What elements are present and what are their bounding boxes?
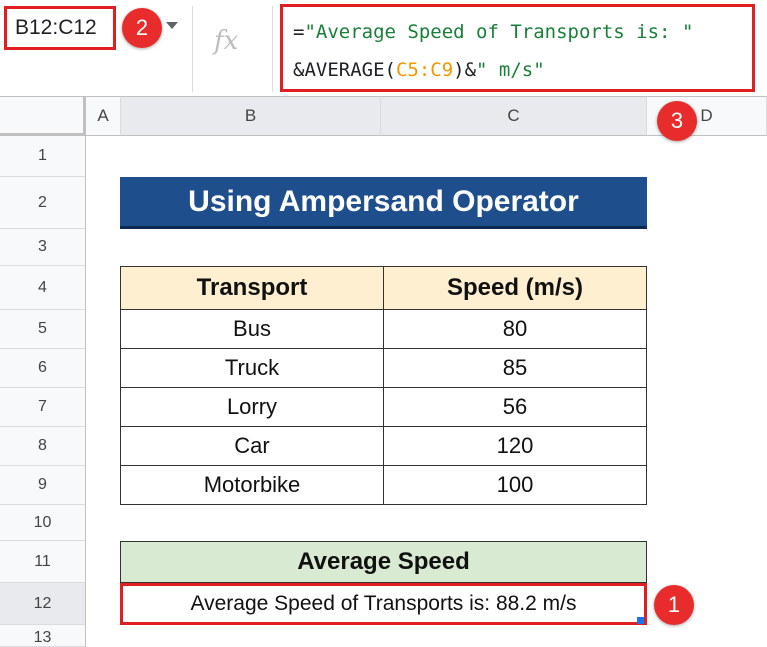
- divider: [272, 6, 273, 92]
- row-header-13[interactable]: 13: [0, 625, 86, 647]
- select-all-corner[interactable]: [0, 96, 86, 136]
- step-badge-1: 1: [654, 585, 694, 625]
- name-box[interactable]: B12:C12: [4, 6, 116, 50]
- formula-range-ref: C5:C9: [395, 59, 454, 81]
- formula-string: " m/s": [476, 59, 545, 81]
- formula-operator: )&: [453, 59, 477, 81]
- column-header-b[interactable]: B: [121, 96, 381, 136]
- step-badge-3: 3: [657, 101, 697, 141]
- cell-transport[interactable]: Car: [120, 426, 384, 466]
- formula-input[interactable]: ="Average Speed of Transports is: " &AVE…: [280, 4, 755, 92]
- divider: [192, 6, 193, 92]
- column-header-c[interactable]: C: [381, 96, 647, 136]
- formula-string: "Average Speed of Transports is: ": [304, 21, 694, 43]
- fx-icon: fx: [214, 26, 239, 56]
- chevron-down-icon[interactable]: [166, 22, 178, 29]
- table-row: Car 120: [120, 426, 647, 466]
- row-header-3[interactable]: 3: [0, 229, 86, 266]
- formula-operator: =: [293, 21, 305, 43]
- table-row: Lorry 56: [120, 387, 647, 427]
- row-header-2[interactable]: 2: [0, 177, 86, 229]
- cell-speed[interactable]: 100: [383, 465, 647, 505]
- transport-table: Transport Speed (m/s) Bus 80 Truck 85 Lo…: [120, 266, 647, 505]
- step-badge-2: 2: [122, 8, 162, 48]
- row-header-12[interactable]: 12: [0, 583, 86, 625]
- row-header-4[interactable]: 4: [0, 266, 86, 310]
- column-header-a[interactable]: A: [86, 96, 121, 136]
- average-result-cell[interactable]: Average Speed of Transports is: 88.2 m/s: [120, 583, 647, 625]
- cell-speed[interactable]: 56: [383, 387, 647, 427]
- row-header-5[interactable]: 5: [0, 310, 86, 349]
- row-header-9[interactable]: 9: [0, 466, 86, 505]
- table-row: Motorbike 100: [120, 465, 647, 505]
- table-row: Bus 80: [120, 309, 647, 349]
- table-header-row: Transport Speed (m/s): [120, 266, 647, 310]
- cell-transport[interactable]: Bus: [120, 309, 384, 349]
- row-header-11[interactable]: 11: [0, 541, 86, 583]
- fill-handle[interactable]: [637, 617, 644, 624]
- formula-function: &AVERAGE(: [293, 59, 396, 81]
- average-header[interactable]: Average Speed: [120, 541, 647, 583]
- header-speed[interactable]: Speed (m/s): [383, 266, 647, 310]
- cell-speed[interactable]: 80: [383, 309, 647, 349]
- row-header-10[interactable]: 10: [0, 505, 86, 541]
- row-header-6[interactable]: 6: [0, 349, 86, 388]
- row-header-1[interactable]: 1: [0, 136, 86, 177]
- cell-speed[interactable]: 120: [383, 426, 647, 466]
- cell-transport[interactable]: Lorry: [120, 387, 384, 427]
- formula-bar-area: B12:C12 fx ="Average Speed of Transports…: [0, 0, 767, 96]
- table-row: Truck 85: [120, 348, 647, 388]
- cell-speed[interactable]: 85: [383, 348, 647, 388]
- cell-transport[interactable]: Truck: [120, 348, 384, 388]
- sheet-title: Using Ampersand Operator: [120, 177, 647, 229]
- row-header-7[interactable]: 7: [0, 388, 86, 427]
- header-transport[interactable]: Transport: [120, 266, 384, 310]
- row-header-8[interactable]: 8: [0, 427, 86, 466]
- cell-transport[interactable]: Motorbike: [120, 465, 384, 505]
